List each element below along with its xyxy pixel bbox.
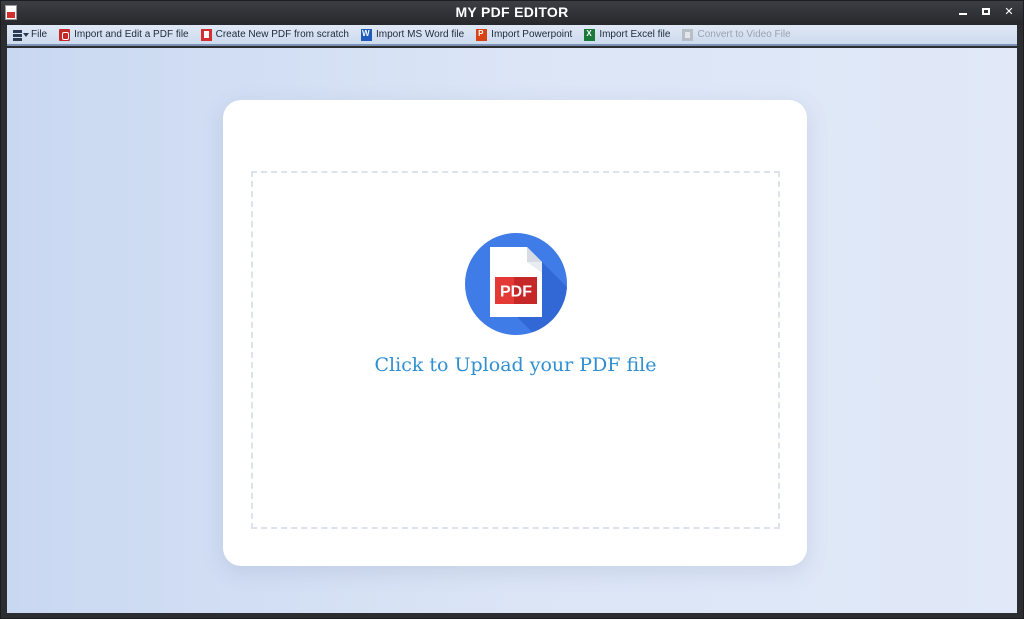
app-window: MY PDF EDITOR ✕ File Import and Edit a P… [0,0,1024,619]
menu-file[interactable]: File [7,24,53,45]
minimize-button[interactable] [953,4,973,20]
video-file-icon [682,28,694,41]
title-bar[interactable]: MY PDF EDITOR ✕ [1,1,1023,25]
pdf-file-icon[interactable]: PDF [465,233,567,335]
upload-card: PDF Click to Upload your PDF file [223,100,807,566]
menu-convert-video: Convert to Video File [676,24,796,45]
menu-item-label: Import MS Word file [376,29,465,40]
new-pdf-icon [200,28,212,41]
main-content: PDF Click to Upload your PDF file [7,48,1017,613]
window-title: MY PDF EDITOR [455,4,569,20]
menu-item-label: Create New PDF from scratch [215,29,349,40]
menu-item-label: Convert to Video File [697,29,791,40]
menu-item-label: Import and Edit a PDF file [74,29,189,40]
close-icon: ✕ [1004,5,1014,18]
maximize-button[interactable] [976,4,996,20]
menu-import-excel[interactable]: Import Excel file [578,24,676,45]
pdf-icon-text: PDF [500,284,532,301]
menu-import-powerpoint[interactable]: Import Powerpoint [470,24,578,45]
menu-item-label: Import Excel file [599,29,671,40]
minimize-icon [959,13,967,15]
upload-dropzone[interactable]: PDF Click to Upload your PDF file [251,171,780,529]
menu-import-word[interactable]: Import MS Word file [355,24,470,45]
excel-icon [584,28,596,41]
menu-import-edit-pdf[interactable]: Import and Edit a PDF file [53,24,195,45]
menu-create-new-pdf[interactable]: Create New PDF from scratch [195,24,355,45]
close-button[interactable]: ✕ [999,4,1019,20]
menu-bar: File Import and Edit a PDF file Create N… [7,25,1017,46]
upload-label[interactable]: Click to Upload your PDF file [253,354,778,376]
maximize-icon [982,8,990,15]
menu-item-label: File [31,29,48,40]
menu-list-icon [13,29,29,41]
powerpoint-icon [476,28,488,41]
acrobat-pdf-icon [59,28,71,41]
word-icon [361,28,372,41]
menu-item-label: Import Powerpoint [491,29,573,40]
